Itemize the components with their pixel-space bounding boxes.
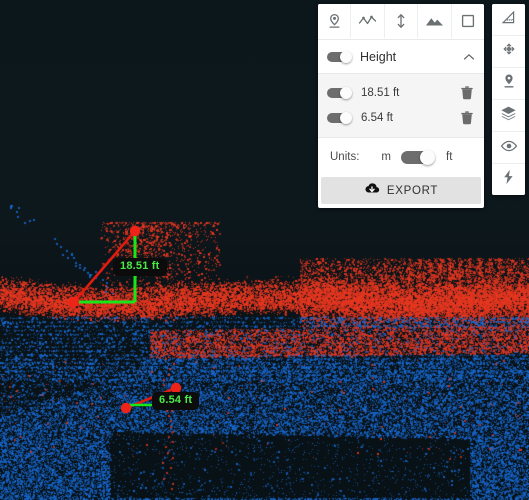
- mountain-icon: [425, 15, 444, 27]
- units-toggle-wrap: [401, 150, 435, 165]
- measurement-visibility-toggle-2[interactable]: [327, 112, 352, 124]
- toggle-knob: [340, 87, 352, 99]
- toggle-knob: [340, 112, 352, 124]
- map-pin-icon: [502, 73, 516, 94]
- cloud-download-icon: [364, 182, 380, 200]
- toggle-knob: [420, 150, 435, 165]
- measurement-tool-row: [318, 4, 484, 39]
- measurement-list-item[interactable]: 18.51 ft: [318, 80, 484, 105]
- tool-button-volume[interactable]: [451, 4, 484, 38]
- point-cloud-viewer-app: 18.51 ft 6.54 ft Height 18.51 ft 6.54 ft…: [0, 0, 529, 500]
- height-section-title: Height: [360, 49, 397, 64]
- ruler-triangle-icon: [501, 10, 516, 30]
- measurement-list: 18.51 ft 6.54 ft: [318, 73, 484, 138]
- eye-icon: [500, 139, 518, 157]
- units-row: Units: m ft: [318, 138, 484, 176]
- tool-button-area[interactable]: [418, 4, 452, 38]
- units-option-imperial[interactable]: ft: [446, 151, 452, 163]
- measurement-list-item[interactable]: 6.54 ft: [318, 105, 484, 130]
- polyline-icon: [358, 14, 377, 28]
- measurement-value-1: 18.51 ft: [361, 86, 400, 99]
- move-arrows-icon: [501, 41, 517, 62]
- height-section-header[interactable]: Height: [318, 39, 484, 73]
- right-tool-sidebar: [492, 4, 525, 195]
- layers-icon: [500, 105, 517, 126]
- sidebar-item-effects[interactable]: [492, 164, 525, 195]
- sidebar-item-measure[interactable]: [492, 4, 525, 36]
- sidebar-item-markers[interactable]: [492, 68, 525, 100]
- tool-button-height[interactable]: [384, 4, 419, 38]
- export-button-label: EXPORT: [386, 184, 439, 197]
- sidebar-item-layers[interactable]: [492, 100, 525, 132]
- lightning-icon: [502, 169, 515, 190]
- units-toggle[interactable]: [401, 150, 435, 165]
- sidebar-item-visibility[interactable]: [492, 132, 525, 164]
- vertical-arrow-icon: [395, 13, 407, 29]
- measurement-visibility-toggle-1[interactable]: [327, 87, 352, 99]
- measurement-value-2: 6.54 ft: [361, 111, 393, 124]
- tool-button-point[interactable]: [318, 4, 352, 38]
- trash-icon[interactable]: [460, 85, 474, 100]
- units-label: Units:: [330, 151, 360, 163]
- map-pin-icon: [327, 13, 342, 29]
- trash-icon[interactable]: [460, 110, 474, 125]
- export-button[interactable]: EXPORT: [321, 177, 481, 204]
- sidebar-item-navigate[interactable]: [492, 36, 525, 68]
- units-option-metric[interactable]: m: [381, 151, 391, 163]
- chevron-up-icon[interactable]: [462, 48, 476, 66]
- square-icon: [461, 14, 475, 28]
- toggle-knob: [340, 51, 352, 63]
- measurement-tool-panel: Height 18.51 ft 6.54 ft Units: m ft EXPO…: [318, 4, 484, 208]
- tool-button-distance[interactable]: [351, 4, 385, 38]
- height-section-toggle[interactable]: [327, 51, 352, 63]
